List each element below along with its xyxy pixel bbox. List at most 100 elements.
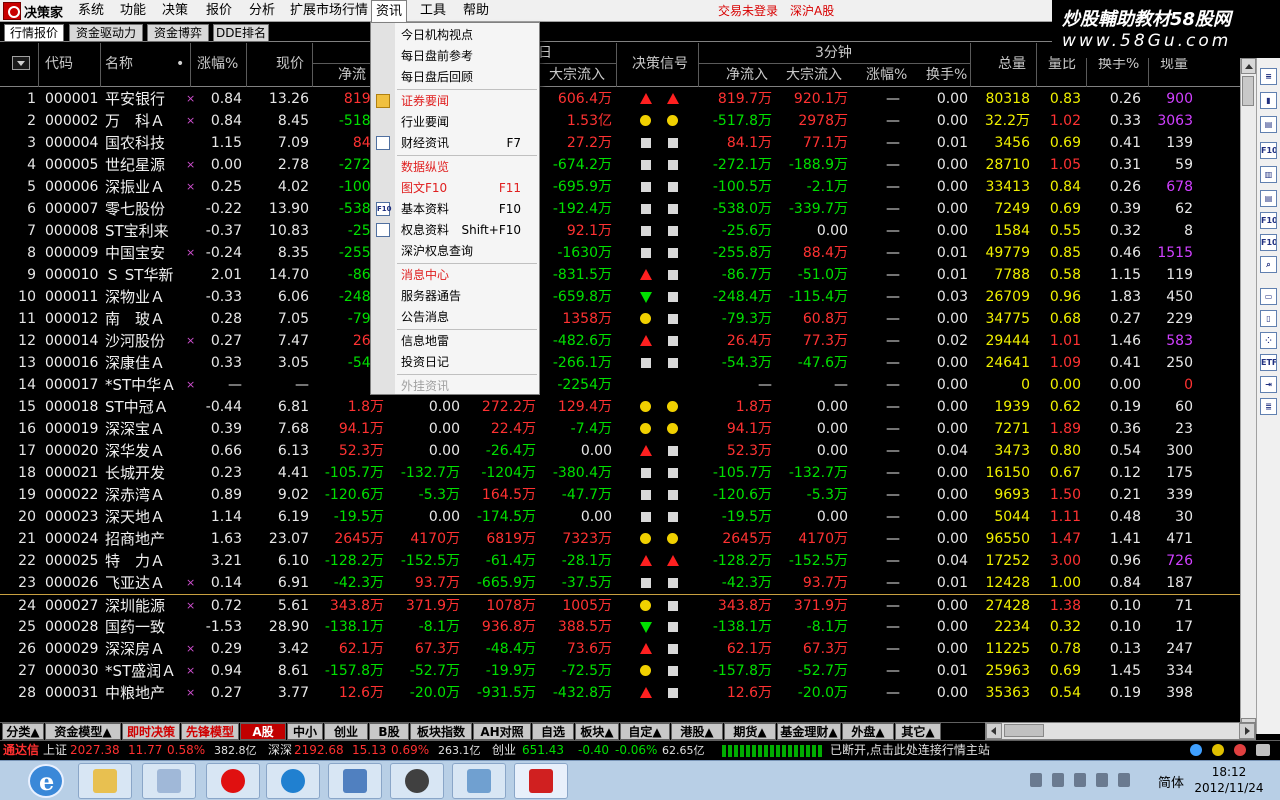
menu-item[interactable]: 信息地雷 xyxy=(371,331,539,352)
horizontal-scroll-thumb[interactable] xyxy=(1004,724,1044,737)
tray-network-icon[interactable] xyxy=(1052,773,1064,787)
bottom-tab[interactable]: 创业 xyxy=(324,723,368,740)
toolbar-f10-icon[interactable]: F10 xyxy=(1260,142,1277,159)
scroll-up-button[interactable] xyxy=(1241,58,1256,74)
menu-system[interactable]: 系统 xyxy=(74,0,108,22)
table-row[interactable]: 21 000024 招商地产 1.63 23.07 2645万 4170万 6819万 7323… xyxy=(0,528,1240,550)
table-row[interactable]: 18 000021 长城开发 0.23 4.41 -105.7万 -132.7万 -1204万… xyxy=(0,462,1240,484)
app-logo[interactable]: 决策家 xyxy=(0,0,72,22)
menu-item[interactable]: 行业要闻 xyxy=(371,112,539,133)
menu-function[interactable]: 功能 xyxy=(116,0,150,22)
menu-item[interactable]: 投资日记 xyxy=(371,352,539,373)
table-row[interactable]: 14 000017 *ST中华Ａ × — — -2254万 — — — 0.00 0 0.00 0.00 0 xyxy=(0,374,1240,396)
toolbar-transfer-icon[interactable]: ⇥ xyxy=(1260,376,1277,393)
message-icon[interactable] xyxy=(1234,744,1246,756)
system-clock[interactable]: 18:12 2012/11/24 xyxy=(1194,764,1264,796)
menu-item[interactable]: 图文F10 F11 xyxy=(371,178,539,199)
toolbar-chart-icon[interactable]: ▮ xyxy=(1260,92,1277,109)
toolbar-dice-icon[interactable]: ⁘ xyxy=(1260,332,1277,349)
table-row[interactable]: 4 000005 世纪星源 × 0.00 2.78 -272.1 -674.2万 -272.1万… xyxy=(0,154,1240,176)
table-row[interactable]: 8 000009 中国宝安 × -0.24 8.35 -255.8 -1630万 -255.8万… xyxy=(0,242,1240,264)
table-row[interactable]: 23 000026 飞亚达Ａ × 0.14 6.91 -42.3万 93.7万 -665.9万 -… xyxy=(0,572,1240,594)
table-row[interactable]: 12 000014 沙河股份 × 0.27 7.47 26.3 -482.6万 26.4万 77.… xyxy=(0,330,1240,352)
scroll-right-button[interactable] xyxy=(1239,723,1255,739)
toolbar-f10-icon[interactable]: F10 xyxy=(1260,212,1277,229)
ie-browser-icon[interactable] xyxy=(28,764,64,798)
bottom-tab[interactable]: 分类▲ xyxy=(2,723,44,740)
table-row[interactable]: 20 000023 深天地Ａ 1.14 6.19 -19.5万 0.00 -174.5万 0.0… xyxy=(0,506,1240,528)
col-header-3min-block-inflow[interactable]: 大宗流入 xyxy=(786,65,842,85)
vertical-scrollbar[interactable] xyxy=(1240,58,1256,734)
menu-item[interactable]: 每日盘前参考 xyxy=(371,46,539,67)
tray-flag-icon[interactable] xyxy=(1074,773,1086,787)
bottom-tab[interactable]: 港股▲ xyxy=(671,723,723,740)
tray-arrow-icon[interactable] xyxy=(1030,773,1042,787)
bottom-tab[interactable]: 其它▲ xyxy=(895,723,941,740)
toolbar-search-icon[interactable]: ⌕ xyxy=(1260,256,1277,273)
menu-item[interactable]: 财经资讯 F7 xyxy=(371,133,539,154)
trade-status-link[interactable]: 交易未登录 xyxy=(718,0,778,22)
col-header-volume[interactable]: 总量 xyxy=(998,54,1026,74)
col-header-net-inflow[interactable]: 净流 xyxy=(338,65,366,85)
connection-status[interactable]: 已断开,点击此处连接行情主站 xyxy=(830,741,990,760)
taskbar-opera-app[interactable] xyxy=(206,763,260,799)
cy-label[interactable]: 创业 xyxy=(492,741,516,760)
bottom-tab[interactable]: 自选 xyxy=(532,723,574,740)
toolbar-document-icon[interactable]: ▤ xyxy=(1260,190,1277,207)
bottom-tab[interactable]: 先锋模型 xyxy=(181,723,239,740)
col-header-name[interactable]: 名称 xyxy=(105,54,133,74)
menu-item[interactable]: 今日机构视点 xyxy=(371,25,539,46)
taskbar-desktop-app[interactable] xyxy=(328,763,382,799)
table-row[interactable]: 22 000025 特 力Ａ 3.21 6.10 -128.2万 -152.5万 -61.4万… xyxy=(0,550,1240,572)
menu-quote[interactable]: 报价 xyxy=(202,0,236,22)
menu-news[interactable]: 资讯 xyxy=(371,0,408,22)
menu-item[interactable]: 证券要闻 xyxy=(371,91,539,112)
bottom-tab[interactable]: 资金模型▲ xyxy=(45,723,121,740)
col-header-decision-signal[interactable]: 决策信号 xyxy=(632,54,688,74)
table-row[interactable]: 13 000016 深康佳Ａ 0.33 3.05 -54.3 -266.1万 -54.3万 -4… xyxy=(0,352,1240,374)
bottom-tab[interactable]: A股 xyxy=(240,723,286,740)
bottom-tab[interactable]: 中小 xyxy=(287,723,323,740)
bottom-tab[interactable]: B股 xyxy=(369,723,409,740)
tab-quotes[interactable]: 行情报价 xyxy=(4,24,64,42)
menu-analysis[interactable]: 分析 xyxy=(245,0,279,22)
toolbar-stack-icon[interactable]: ≣ xyxy=(1260,398,1277,415)
table-row[interactable]: 16 000019 深深宝Ａ 0.39 7.68 94.1万 0.00 22.4万 -7.4万 9… xyxy=(0,418,1240,440)
taskbar-stock-app[interactable] xyxy=(514,763,568,799)
column-menu-button[interactable] xyxy=(12,56,30,70)
col-header-3min-change-pct[interactable]: 涨幅% xyxy=(866,65,907,85)
scroll-left-button[interactable] xyxy=(986,723,1002,739)
table-row[interactable]: 3 000004 国农科技 1.15 7.09 84.1 27.2万 84.1万 77.1万 —0… xyxy=(0,132,1240,154)
sz-label[interactable]: 深深 xyxy=(268,741,292,760)
tab-fund-game[interactable]: 资金博弈 xyxy=(147,24,209,42)
toolbar-list-icon[interactable]: ≡ xyxy=(1260,68,1277,85)
table-row[interactable]: 19 000022 深赤湾Ａ 0.89 9.02 -120.6万 -5.3万 164.5万 -4… xyxy=(0,484,1240,506)
menu-item[interactable]: 数据纵览 xyxy=(371,157,539,178)
table-row[interactable]: 11 000012 南 玻Ａ 0.28 7.05 -79.3 1358万 -79.3万 60.8… xyxy=(0,308,1240,330)
table-row[interactable]: 26 000029 深深房Ａ × 0.29 3.42 62.1万 67.3万 -48.4万 73.… xyxy=(0,638,1240,660)
bottom-tab[interactable]: 即时决策 xyxy=(122,723,180,740)
bottom-tab[interactable]: 基金理财▲ xyxy=(777,723,841,740)
tray-volume-icon[interactable] xyxy=(1096,773,1108,787)
taskbar-gear-app[interactable] xyxy=(390,763,444,799)
col-header-3min-net-inflow[interactable]: 净流入 xyxy=(726,65,768,85)
menu-item[interactable]: 权息资料 Shift+F10 xyxy=(371,220,539,241)
table-row[interactable]: 2 000002 万 科Ａ × 0.84 8.45 -518.4 1.53亿 -517.8万 29… xyxy=(0,110,1240,132)
toolbar-f10-icon[interactable]: F10 xyxy=(1260,234,1277,251)
toolbar-document-icon[interactable]: ▤ xyxy=(1260,116,1277,133)
table-row[interactable]: 9 000010 Ｓ ST华新 2.01 14.70 -86.7 -831.5万 -86.7万… xyxy=(0,264,1240,286)
input-language[interactable]: 简体 xyxy=(1158,772,1184,791)
col-header-code[interactable]: 代码 xyxy=(45,54,73,74)
menu-help[interactable]: 帮助 xyxy=(459,0,493,22)
menu-item[interactable]: 公告消息 xyxy=(371,307,539,328)
menu-item[interactable]: 消息中心 xyxy=(371,265,539,286)
bottom-tab[interactable]: 外盘▲ xyxy=(842,723,894,740)
taskbar-image-app[interactable] xyxy=(452,763,506,799)
table-row[interactable]: 15 000018 ST中冠Ａ -0.44 6.81 1.8万 0.00 272.2万 129.… xyxy=(0,396,1240,418)
menu-item[interactable]: F10 基本资料 F10 xyxy=(371,199,539,220)
menu-item[interactable]: 深沪权息查询 xyxy=(371,241,539,262)
table-row[interactable]: 1 000001 平安银行 × 0.84 13.26 819.7 606.4万 819.7万 92… xyxy=(0,88,1240,110)
table-row[interactable]: 25 000028 国药一致 -1.53 28.90 -138.1万 -8.1万 936.8万… xyxy=(0,616,1240,638)
sh-label[interactable]: 上证 xyxy=(43,741,67,760)
bottom-tab[interactable]: 板块指数 xyxy=(410,723,472,740)
